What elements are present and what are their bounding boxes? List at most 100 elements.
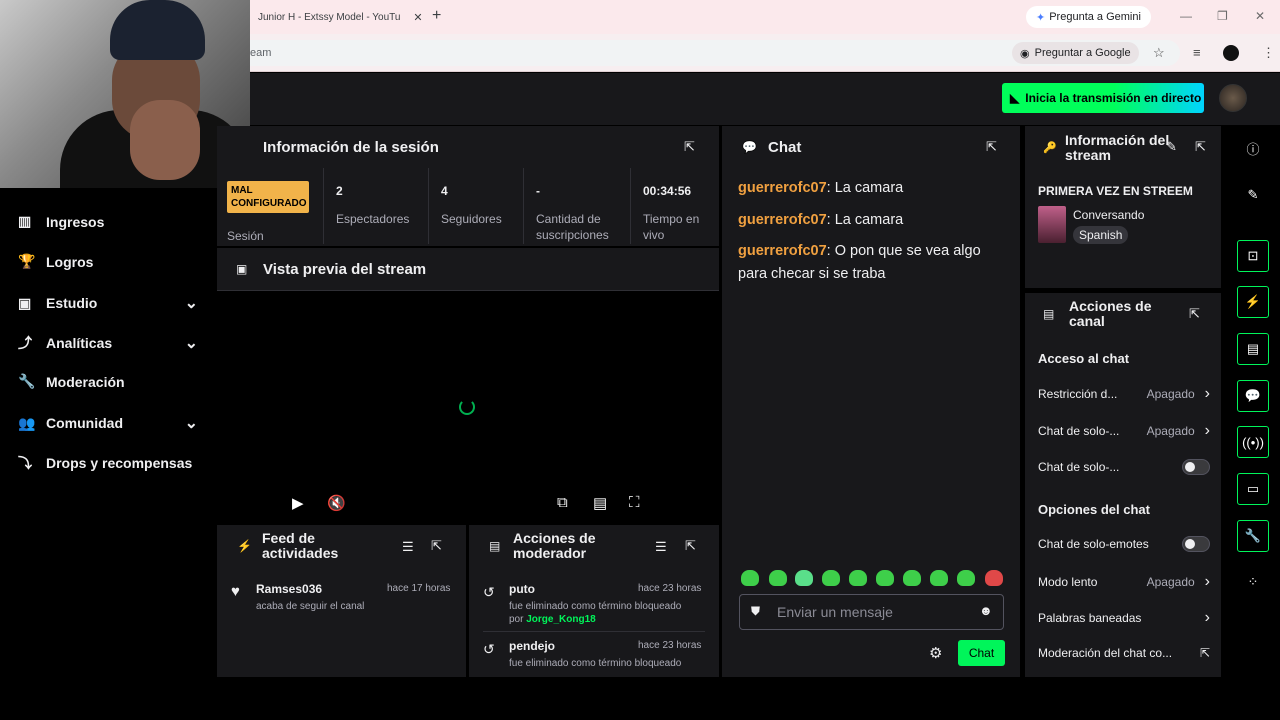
chat-bubble-icon[interactable]: 💬 bbox=[1237, 380, 1269, 412]
webcam-overlay bbox=[0, 0, 250, 188]
gear-icon[interactable]: ⚙ bbox=[929, 644, 942, 662]
channel-action-row[interactable]: Chat de solo-... bbox=[1038, 459, 1210, 475]
event-desc: fue eliminado como término bloqueado bbox=[509, 601, 682, 612]
chevron-down-icon[interactable]: ⌄ bbox=[185, 293, 198, 313]
channel-action-row[interactable]: Moderación del chat co... ⇱ bbox=[1038, 646, 1210, 660]
play-icon[interactable]: ▶ bbox=[292, 494, 304, 512]
emote-icon[interactable] bbox=[741, 570, 759, 586]
sidebar-item-moderación[interactable]: 🔧 Moderación bbox=[18, 373, 198, 390]
divider bbox=[483, 631, 705, 632]
pencil-icon[interactable]: ✎ bbox=[1237, 179, 1269, 211]
chevron-right-icon[interactable]: › bbox=[1205, 573, 1210, 591]
pencil-icon[interactable]: ✎ bbox=[1166, 139, 1177, 155]
ask-google-button[interactable]: ◉ Preguntar a Google bbox=[1012, 42, 1139, 64]
gemini-button[interactable]: ✦ Pregunta a Gemini bbox=[1026, 6, 1151, 28]
stat-live-time: 00:34:56 Tiempo en vivo bbox=[630, 168, 719, 244]
category-thumbnail[interactable] bbox=[1038, 206, 1066, 243]
emote-icon[interactable] bbox=[849, 570, 867, 586]
info-icon[interactable]: ⓘ bbox=[1237, 132, 1269, 164]
sidebar-item-drops-y-recompensas[interactable]: ⤵ Drops y recompensas bbox=[18, 453, 198, 473]
chat-username[interactable]: guerrerofc07 bbox=[738, 212, 827, 228]
popout-icon[interactable]: ⇱ bbox=[1189, 306, 1200, 322]
undo-icon[interactable]: ↺ bbox=[483, 641, 495, 658]
sidebar-item-label: Moderación bbox=[46, 373, 125, 390]
user-avatar[interactable] bbox=[1219, 84, 1247, 112]
go-live-label: Inicia la transmisión en directo bbox=[1025, 91, 1202, 105]
screenshot-icon[interactable]: ⊡ bbox=[1237, 240, 1269, 272]
restore-window-button[interactable]: ❐ bbox=[1217, 9, 1228, 23]
channel-actions-title: Acciones de canal bbox=[1069, 298, 1152, 329]
language-tag[interactable]: Spanish bbox=[1073, 226, 1129, 244]
emoji-picker-icon[interactable]: ☻ bbox=[979, 603, 993, 618]
chevron-right-icon[interactable]: › bbox=[1205, 422, 1210, 440]
browser-menu-icon[interactable]: ⋮ bbox=[1262, 45, 1275, 61]
sidebar-item-ingresos[interactable]: ▥ Ingresos bbox=[18, 213, 198, 230]
broadcast-icon[interactable]: ((•)) bbox=[1237, 426, 1269, 458]
sidebar-item-label: Drops y recompensas bbox=[46, 455, 193, 471]
theater-mode-icon[interactable]: ▤ bbox=[593, 494, 607, 512]
go-live-button[interactable]: ◣ Inicia la transmisión en directo bbox=[1002, 83, 1204, 113]
filter-icon[interactable]: ☰ bbox=[655, 539, 667, 555]
profile-avatar[interactable] bbox=[1223, 45, 1239, 61]
channel-action-row[interactable]: Chat de solo-emotes bbox=[1038, 536, 1210, 552]
event-user[interactable]: Ramses036 bbox=[256, 582, 322, 596]
chevron-down-icon[interactable]: ⌄ bbox=[185, 413, 198, 433]
loading-spinner-icon bbox=[459, 399, 475, 415]
shield-icon[interactable]: ⛊ bbox=[751, 604, 760, 619]
channel-action-row[interactable]: Palabras baneadas › bbox=[1038, 609, 1210, 627]
wrench-icon[interactable]: 🔧 bbox=[1237, 520, 1269, 552]
browser-tab[interactable]: Junior H - Extssy Model - YouTu ✕ bbox=[250, 2, 426, 32]
bookmark-star-icon[interactable]: ☆ bbox=[1153, 45, 1165, 61]
emote-icon[interactable] bbox=[876, 570, 894, 586]
external-link-icon[interactable]: ⇱ bbox=[1200, 646, 1210, 660]
fullscreen-icon[interactable]: ⛶ bbox=[629, 494, 640, 511]
channel-action-row[interactable]: Restricción d... Apagado › bbox=[1038, 385, 1210, 403]
emote-icon[interactable] bbox=[985, 570, 1003, 586]
emote-icon[interactable] bbox=[769, 570, 787, 586]
chat-send-button[interactable]: Chat bbox=[958, 640, 1005, 666]
lightning-icon[interactable]: ⚡ bbox=[1237, 286, 1269, 318]
ask-google-label: Preguntar a Google bbox=[1034, 47, 1131, 59]
popout-icon[interactable]: ⇱ bbox=[431, 538, 442, 554]
pip-icon[interactable]: ⧉ bbox=[557, 494, 568, 511]
status-badge[interactable]: MAL CONFIGURADO bbox=[227, 181, 309, 213]
filter-icon[interactable]: ☰ bbox=[402, 539, 414, 555]
close-tab-icon[interactable]: ✕ bbox=[410, 11, 426, 24]
emote-icon[interactable] bbox=[822, 570, 840, 586]
emote-icon[interactable] bbox=[903, 570, 921, 586]
chevron-down-icon[interactable]: ⌄ bbox=[185, 333, 198, 353]
popout-icon[interactable]: ⇱ bbox=[684, 139, 695, 155]
mute-icon[interactable]: 🔇 bbox=[327, 494, 346, 512]
popout-icon[interactable]: ⇱ bbox=[986, 139, 997, 155]
document-icon[interactable]: ▤ bbox=[1237, 333, 1269, 365]
emote-icon[interactable] bbox=[957, 570, 975, 586]
undo-icon[interactable]: ↺ bbox=[483, 584, 495, 601]
emote-icon[interactable] bbox=[795, 570, 813, 586]
popout-icon[interactable]: ⇱ bbox=[685, 538, 696, 554]
new-tab-button[interactable]: + bbox=[432, 8, 441, 24]
chevron-right-icon[interactable]: › bbox=[1205, 385, 1210, 403]
extensions-icon[interactable]: ⁘ bbox=[1237, 566, 1269, 598]
document-icon: ▤ bbox=[489, 539, 501, 553]
event-moderator[interactable]: Jorge_Kong18 bbox=[526, 614, 595, 625]
toggle-switch[interactable] bbox=[1182, 536, 1210, 552]
video-icon[interactable]: ▭ bbox=[1237, 473, 1269, 505]
sidebar-item-analíticas[interactable]: ⤴ Analíticas ⌄ bbox=[18, 333, 198, 353]
close-window-button[interactable]: ✕ bbox=[1255, 9, 1265, 23]
popout-icon[interactable]: ⇱ bbox=[1195, 139, 1206, 155]
emote-icon[interactable] bbox=[930, 570, 948, 586]
channel-action-row[interactable]: Chat de solo-... Apagado › bbox=[1038, 422, 1210, 440]
sidebar-item-comunidad[interactable]: 👥 Comunidad ⌄ bbox=[18, 413, 198, 433]
chat-bubble-icon: 💬 bbox=[742, 140, 757, 154]
url-text[interactable]: eam bbox=[250, 47, 271, 59]
chevron-right-icon[interactable]: › bbox=[1205, 609, 1210, 627]
chat-username[interactable]: guerrerofc07 bbox=[738, 243, 827, 259]
minimize-window-button[interactable]: — bbox=[1180, 9, 1192, 23]
reading-list-icon[interactable]: ≡ bbox=[1193, 45, 1201, 60]
sidebar-item-estudio[interactable]: ▣ Estudio ⌄ bbox=[18, 293, 198, 313]
toggle-switch[interactable] bbox=[1182, 459, 1210, 475]
channel-action-row[interactable]: Modo lento Apagado › bbox=[1038, 573, 1210, 591]
stream-category[interactable]: Conversando bbox=[1073, 208, 1144, 222]
sidebar-item-logros[interactable]: 🏆 Logros bbox=[18, 253, 198, 270]
chat-username[interactable]: guerrerofc07 bbox=[738, 180, 827, 196]
